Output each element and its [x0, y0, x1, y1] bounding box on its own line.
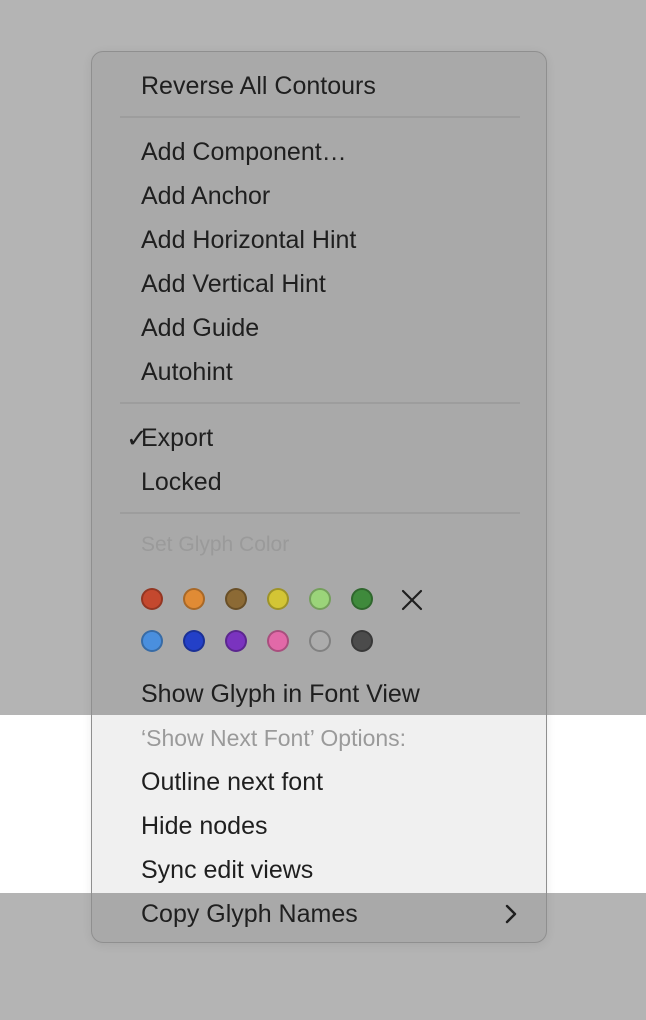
- menu-separator: [120, 512, 520, 514]
- menu-item-add-vertical-hint[interactable]: Add Vertical Hint: [141, 262, 326, 306]
- menu-item-locked[interactable]: Locked: [141, 460, 222, 504]
- menu-item-autohint[interactable]: Autohint: [141, 350, 233, 394]
- color-swatch[interactable]: [183, 588, 205, 610]
- color-swatch[interactable]: [225, 630, 247, 652]
- menu-item-add-component[interactable]: Add Component…: [141, 130, 347, 174]
- menu-separator: [120, 402, 520, 404]
- context-menu: Reverse All Contours Add Component… Add …: [91, 51, 547, 943]
- color-swatch[interactable]: [351, 588, 373, 610]
- color-swatch[interactable]: [267, 630, 289, 652]
- color-swatch[interactable]: [183, 630, 205, 652]
- color-swatch[interactable]: [309, 588, 331, 610]
- menu-item-reverse-all-contours[interactable]: Reverse All Contours: [141, 64, 376, 108]
- menu-item-outline-next-font[interactable]: Outline next font: [141, 760, 323, 804]
- menu-item-add-guide[interactable]: Add Guide: [141, 306, 259, 350]
- menu-item-hide-nodes[interactable]: Hide nodes: [141, 804, 267, 848]
- menu-item-sync-edit-views[interactable]: Sync edit views: [141, 848, 313, 892]
- menu-item-export[interactable]: ✓ Export: [109, 416, 409, 460]
- menu-separator: [120, 116, 520, 118]
- color-swatch[interactable]: [267, 588, 289, 610]
- color-swatch[interactable]: [309, 630, 331, 652]
- color-swatch[interactable]: [141, 630, 163, 652]
- menu-item-export-label: Export: [141, 424, 214, 452]
- chevron-right-icon: [505, 904, 517, 924]
- color-swatch[interactable]: [351, 630, 373, 652]
- color-swatch[interactable]: [225, 588, 247, 610]
- menu-header-set-glyph-color: Set Glyph Color: [141, 533, 290, 556]
- menu-header-show-next-font-options: ‘Show Next Font’ Options:: [141, 725, 407, 751]
- color-swatch[interactable]: [141, 588, 163, 610]
- menu-item-add-anchor[interactable]: Add Anchor: [141, 174, 270, 218]
- close-icon[interactable]: [400, 588, 424, 612]
- menu-item-add-horizontal-hint[interactable]: Add Horizontal Hint: [141, 218, 356, 262]
- menu-item-copy-glyph-names[interactable]: Copy Glyph Names: [141, 892, 358, 936]
- menu-item-show-glyph-in-font-view[interactable]: Show Glyph in Font View: [141, 672, 420, 716]
